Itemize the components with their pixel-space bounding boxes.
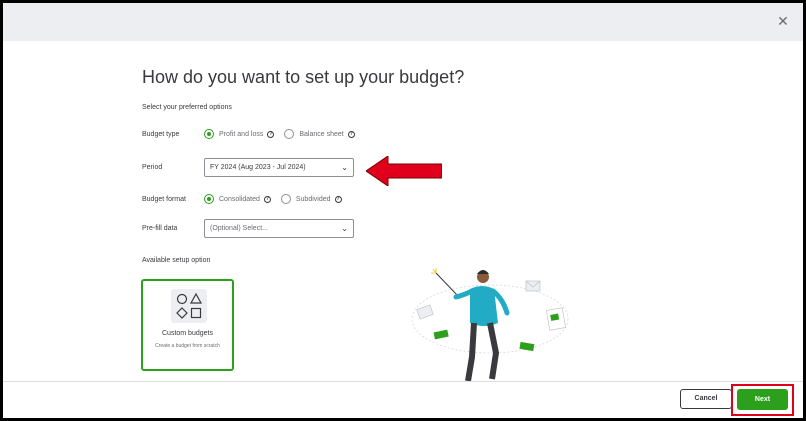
help-icon[interactable]: ? [267, 130, 275, 138]
custom-budgets-card[interactable]: Custom budgets Create a budget from scra… [141, 279, 234, 371]
prefill-select[interactable]: (Optional) Select... ⌄ [204, 219, 354, 238]
person-illustration [411, 268, 569, 382]
dialog-title: How do you want to set up your budget? [142, 67, 465, 87]
budget-format-radio-group: Consolidated ? Subdivided ? [204, 194, 352, 204]
radio-unchecked-icon [284, 129, 295, 139]
radio-label: Balance sheet [299, 130, 344, 138]
radio-consolidated[interactable]: Consolidated ? [204, 194, 271, 204]
cancel-button[interactable]: Cancel [680, 389, 732, 409]
period-label: Period [142, 164, 163, 171]
dialog-footer: Cancel Next [3, 381, 803, 418]
dialog-subtitle: Select your preferred options [142, 104, 232, 111]
radio-label: Consolidated [219, 195, 260, 203]
period-value: FY 2024 (Aug 2023 - Jul 2024) [210, 164, 306, 171]
budget-format-label: Budget format [142, 196, 186, 203]
card-title: Custom budgets [162, 330, 213, 337]
prefill-label: Pre-fill data [142, 225, 178, 232]
help-icon[interactable]: ? [334, 195, 342, 203]
radio-profit-and-loss[interactable]: Profit and loss ? [204, 129, 275, 139]
radio-label: Subdivided [295, 195, 331, 203]
setup-options-label: Available setup option [142, 257, 211, 264]
chevron-down-icon: ⌄ [341, 163, 348, 172]
dialog-header-bar: ✕ [3, 3, 803, 41]
radio-checked-icon [204, 194, 214, 204]
close-icon[interactable]: ✕ [773, 11, 793, 31]
prefill-placeholder: (Optional) Select... [210, 225, 268, 232]
budget-type-radio-group: Profit and loss ? Balance sheet ? [204, 129, 365, 139]
red-arrow-annotation [366, 156, 442, 186]
radio-subdivided[interactable]: Subdivided ? [280, 194, 342, 204]
help-icon[interactable]: ? [347, 130, 355, 138]
help-icon[interactable]: ? [263, 195, 271, 203]
radio-checked-icon [204, 129, 214, 139]
radio-unchecked-icon [280, 194, 291, 204]
period-select[interactable]: FY 2024 (Aug 2023 - Jul 2024) ⌄ [204, 158, 354, 177]
chevron-down-icon: ⌄ [341, 224, 348, 233]
shapes-icon [171, 289, 207, 323]
radio-balance-sheet[interactable]: Balance sheet ? [284, 129, 355, 139]
next-button[interactable]: Next [737, 389, 788, 410]
card-subtitle: Create a budget from scratch [155, 343, 220, 349]
radio-label: Profit and loss [219, 130, 264, 138]
budget-setup-dialog: ✕ How do you want to set up your budget?… [3, 3, 803, 418]
budget-type-label: Budget type [142, 131, 180, 138]
